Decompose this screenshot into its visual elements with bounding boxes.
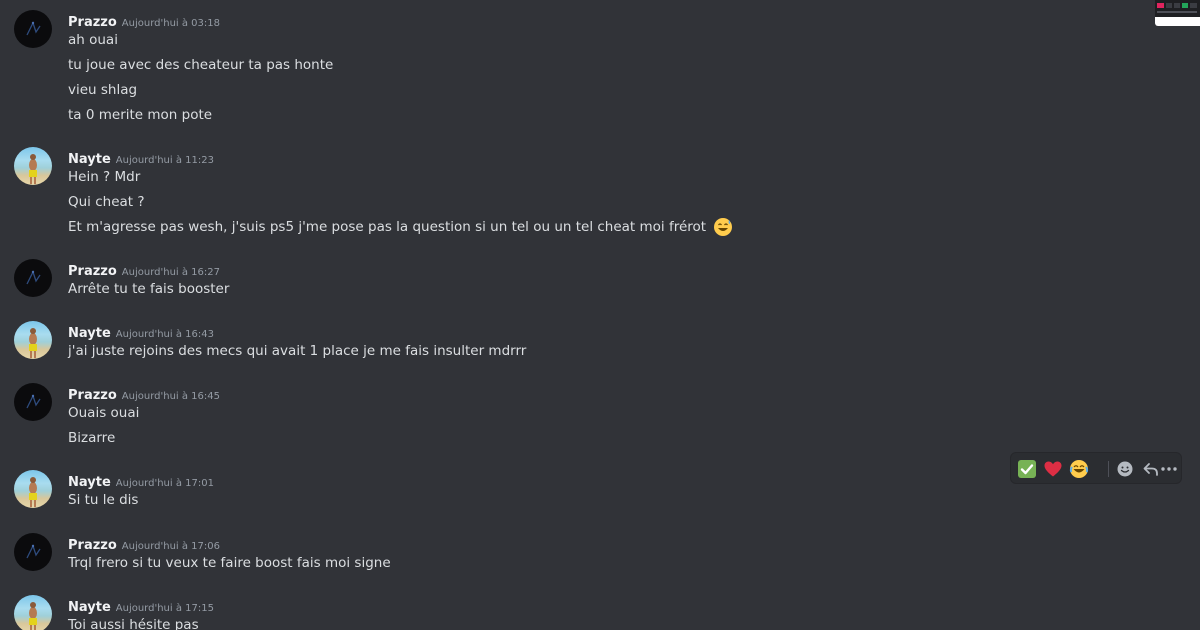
message-header: Prazzo Aujourd'hui à 03:18 bbox=[68, 11, 220, 30]
sweat-smile-emoji bbox=[713, 217, 733, 237]
add-reaction-icon[interactable] bbox=[1113, 457, 1137, 481]
avatar[interactable] bbox=[14, 470, 52, 508]
message-header: Nayte Aujourd'hui à 16:43 bbox=[68, 322, 214, 341]
avatar[interactable] bbox=[14, 10, 52, 48]
more-icon[interactable] bbox=[1157, 457, 1181, 481]
message-text: Si tu le dis bbox=[68, 492, 139, 508]
message-header: Nayte Aujourd'hui à 17:15 bbox=[68, 596, 214, 615]
avatar[interactable] bbox=[14, 259, 52, 297]
message-text: j'ai juste rejoins des mecs qui avait 1 … bbox=[68, 343, 527, 359]
message-text: ta 0 merite mon pote bbox=[68, 107, 213, 123]
author-name[interactable]: Nayte bbox=[68, 326, 111, 341]
author-name[interactable]: Prazzo bbox=[68, 538, 117, 553]
author-name[interactable]: Prazzo bbox=[68, 264, 117, 279]
message-hover-toolbar bbox=[1010, 452, 1182, 484]
message-text: Et m'agresse pas wesh, j'suis ps5 j'me p… bbox=[68, 219, 707, 235]
author-name[interactable]: Nayte bbox=[68, 600, 111, 615]
message-text: Ouais ouai bbox=[68, 405, 140, 421]
red-heart-emoji[interactable] bbox=[1041, 457, 1065, 481]
chat-message-list: Prazzo Aujourd'hui à 03:18 ah ouai tu jou… bbox=[0, 0, 1200, 630]
message-text: Qui cheat ? bbox=[68, 194, 145, 210]
white-check-mark-emoji[interactable] bbox=[1015, 457, 1039, 481]
message-line: Et m'agresse pas wesh, j'suis ps5 j'me p… bbox=[68, 217, 733, 237]
message-timestamp[interactable]: Aujourd'hui à 16:27 bbox=[122, 267, 220, 278]
message-text: vieu shlag bbox=[68, 82, 138, 98]
avatar[interactable] bbox=[14, 321, 52, 359]
message-timestamp[interactable]: Aujourd'hui à 17:01 bbox=[116, 478, 214, 489]
message-timestamp[interactable]: Aujourd'hui à 16:45 bbox=[122, 391, 220, 402]
message-text: Trql frero si tu veux te faire boost fai… bbox=[68, 555, 391, 571]
author-name[interactable]: Prazzo bbox=[68, 388, 117, 403]
author-name[interactable]: Nayte bbox=[68, 152, 111, 167]
message-text: ah ouai bbox=[68, 32, 118, 48]
message-header: Prazzo Aujourd'hui à 16:45 bbox=[68, 384, 220, 403]
avatar[interactable] bbox=[14, 595, 52, 630]
toolbar-divider bbox=[1108, 461, 1109, 477]
message-text: Bizarre bbox=[68, 430, 116, 446]
joy-emoji[interactable] bbox=[1067, 457, 1091, 481]
message-text: tu joue avec des cheateur ta pas honte bbox=[68, 57, 334, 73]
message-timestamp[interactable]: Aujourd'hui à 11:23 bbox=[116, 155, 214, 166]
message-header: Nayte Aujourd'hui à 11:23 bbox=[68, 148, 214, 167]
message-text: Hein ? Mdr bbox=[68, 169, 141, 185]
avatar[interactable] bbox=[14, 383, 52, 421]
screen-share-thumbnail[interactable] bbox=[1155, 0, 1200, 26]
message-timestamp[interactable]: Aujourd'hui à 16:43 bbox=[116, 329, 214, 340]
message-header: Prazzo Aujourd'hui à 17:06 bbox=[68, 534, 220, 553]
message-timestamp[interactable]: Aujourd'hui à 17:06 bbox=[122, 541, 220, 552]
message-text: Toi aussi hésite pas bbox=[68, 617, 199, 630]
message-timestamp[interactable]: Aujourd'hui à 03:18 bbox=[122, 18, 220, 29]
avatar[interactable] bbox=[14, 533, 52, 571]
author-name[interactable]: Prazzo bbox=[68, 15, 117, 30]
message-timestamp[interactable]: Aujourd'hui à 17:15 bbox=[116, 603, 214, 614]
message-text: Arrête tu te fais booster bbox=[68, 281, 230, 297]
avatar[interactable] bbox=[14, 147, 52, 185]
message-header: Nayte Aujourd'hui à 17:01 bbox=[68, 471, 214, 490]
message-header: Prazzo Aujourd'hui à 16:27 bbox=[68, 260, 220, 279]
author-name[interactable]: Nayte bbox=[68, 475, 111, 490]
